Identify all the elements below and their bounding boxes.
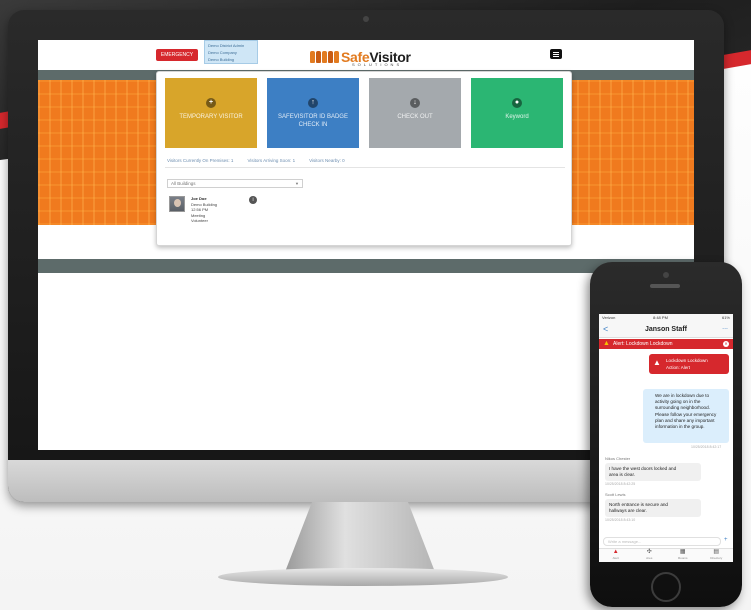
user-menu-company[interactable]: Demo Company <box>208 49 254 56</box>
app-header: EMERGENCY Demo District Admin Demo Compa… <box>38 40 694 70</box>
alert-message-bubble: ▲ Lockdown Lockdown Action: Alert <box>649 354 729 374</box>
visitor-entry[interactable]: Joe Doe Demo Building 12:56 PM Meeting V… <box>169 196 289 236</box>
status-time: 8:48 PM <box>653 315 668 320</box>
check-out-tile[interactable]: ↓ CHECK OUT <box>369 78 461 148</box>
warning-icon: ▲ <box>653 358 661 367</box>
message-timestamp: 10/25/2018 8:43:10 <box>605 518 636 522</box>
visitor-photo <box>169 196 185 212</box>
monitor-stand <box>285 502 435 572</box>
emergency-button[interactable]: EMERGENCY <box>156 49 198 61</box>
message-input[interactable]: Write a message... <box>603 537 721 546</box>
sender-name: Nikos Chester <box>605 456 631 461</box>
visitor-tabs: Visitors Currently On Premises: 1 Visito… <box>167 158 345 163</box>
alert-bubble-line: Action: Alert <box>666 365 691 370</box>
sender-name: Scott Lewis <box>605 492 626 497</box>
user-circle-icon: ● <box>512 98 522 108</box>
plus-circle-icon: + <box>206 98 216 108</box>
message-timestamp: 10/25/2018 8:42:17 <box>691 445 722 449</box>
tab-directory[interactable]: ▤ Directory <box>703 549 729 562</box>
mobile-phone: Verizon 8:48 PM 61% < Janson Staff ... ▲… <box>590 262 742 607</box>
directory-icon: ▤ <box>713 549 720 555</box>
safevisitor-logo: SafeVisitor SOLUTIONS <box>310 47 411 67</box>
tile-label: SAFEVISITOR ID BADGE CHECK IN <box>278 114 348 128</box>
add-attachment-icon[interactable]: + <box>724 537 728 543</box>
monitor-camera <box>363 16 369 22</box>
outgoing-message-bubble: We are in lockdown due to activity going… <box>643 389 729 443</box>
ares-icon: ✣ <box>646 549 652 555</box>
tab-on-premises[interactable]: Visitors Currently On Premises: 1 <box>167 158 233 163</box>
arrow-down-circle-icon: ↓ <box>410 98 420 108</box>
monitor-stand-base <box>218 568 508 586</box>
chat-title: Janson Staff <box>644 326 687 333</box>
message-line: area is clear. <box>609 472 636 477</box>
phone-screen: Verizon 8:48 PM 61% < Janson Staff ... ▲… <box>599 314 733 562</box>
alert-icon: ▲ <box>612 549 619 555</box>
status-battery: 61% <box>721 315 730 320</box>
close-icon[interactable]: ✕ <box>723 341 729 347</box>
tab-nearby[interactable]: Visitors Nearby: 0 <box>309 158 344 163</box>
message-line: Please follow your emergency <box>655 411 717 417</box>
visitor-dashboard-card: + TEMPORARY VISITOR ↑ SAFEVISITOR ID BAD… <box>156 71 572 246</box>
temporary-visitor-tile[interactable]: + TEMPORARY VISITOR <box>165 78 257 148</box>
chevron-down-icon: ▼ <box>295 181 299 186</box>
incoming-message-bubble: North entrance is secure and hallways ar… <box>605 499 701 517</box>
tile-label: TEMPORARY VISITOR <box>179 114 243 120</box>
more-icon[interactable]: ... <box>722 324 728 331</box>
phone-status-bar: Verizon 8:48 PM 61% <box>599 314 733 322</box>
lockdown-alert-bar[interactable]: ▲ Alert: Lockdown Lockdown ✕ <box>599 339 733 349</box>
phone-tab-bar: ▲ Alert ✣ Ares ▦ Rooms ▤ Directory <box>599 548 733 562</box>
tile-label: Keyword <box>505 114 529 120</box>
tab-alert[interactable]: ▲ Alert <box>603 549 629 562</box>
warning-icon: ▲ <box>603 340 610 347</box>
tabs-divider <box>165 167 565 168</box>
arrow-up-circle-icon: ↑ <box>308 98 318 108</box>
phone-nav-bar: < Janson Staff ... <box>599 322 733 338</box>
rooms-icon: ▦ <box>679 549 686 555</box>
visitor-details: Joe Doe Demo Building 12:56 PM Meeting V… <box>191 196 217 224</box>
info-icon[interactable]: i <box>249 196 257 204</box>
keyword-tile[interactable]: ● Keyword <box>471 78 563 148</box>
alert-text: Alert: Lockdown Lockdown <box>613 341 673 347</box>
visitor-type: Volunteer <box>191 218 208 223</box>
phone-camera <box>663 272 669 278</box>
phone-speaker <box>650 284 680 288</box>
tab-rooms[interactable]: ▦ Rooms <box>670 549 696 562</box>
incoming-message-bubble: I have the west doors locked and area is… <box>605 463 701 481</box>
message-timestamp: 10/25/2018 8:42:25 <box>605 482 636 486</box>
logo-people-icon <box>310 51 339 63</box>
badge-check-in-tile[interactable]: ↑ SAFEVISITOR ID BADGE CHECK IN <box>267 78 359 148</box>
tab-arriving-soon[interactable]: Visitors Arriving Soon: 1 <box>247 158 295 163</box>
tab-ares[interactable]: ✣ Ares <box>636 549 662 562</box>
building-select-value: All Buildings <box>171 181 196 186</box>
message-line: information in the group. <box>655 424 705 430</box>
user-context-menu[interactable]: Demo District Admin Demo Company Demo Bu… <box>204 40 258 64</box>
tile-label: CHECK OUT <box>397 114 433 120</box>
message-line: hallways are clear. <box>609 508 647 513</box>
alert-bubble-line: Lockdown Lockdown <box>666 358 708 363</box>
logo-subtitle: SOLUTIONS <box>352 62 403 67</box>
building-select[interactable]: All Buildings ▼ <box>167 179 303 188</box>
hamburger-menu-icon[interactable] <box>550 49 562 59</box>
user-menu-building[interactable]: Demo Building <box>208 56 254 63</box>
user-menu-district[interactable]: Demo District Admin <box>208 42 254 49</box>
status-carrier: Verizon <box>602 315 616 320</box>
phone-home-button[interactable] <box>651 572 681 602</box>
